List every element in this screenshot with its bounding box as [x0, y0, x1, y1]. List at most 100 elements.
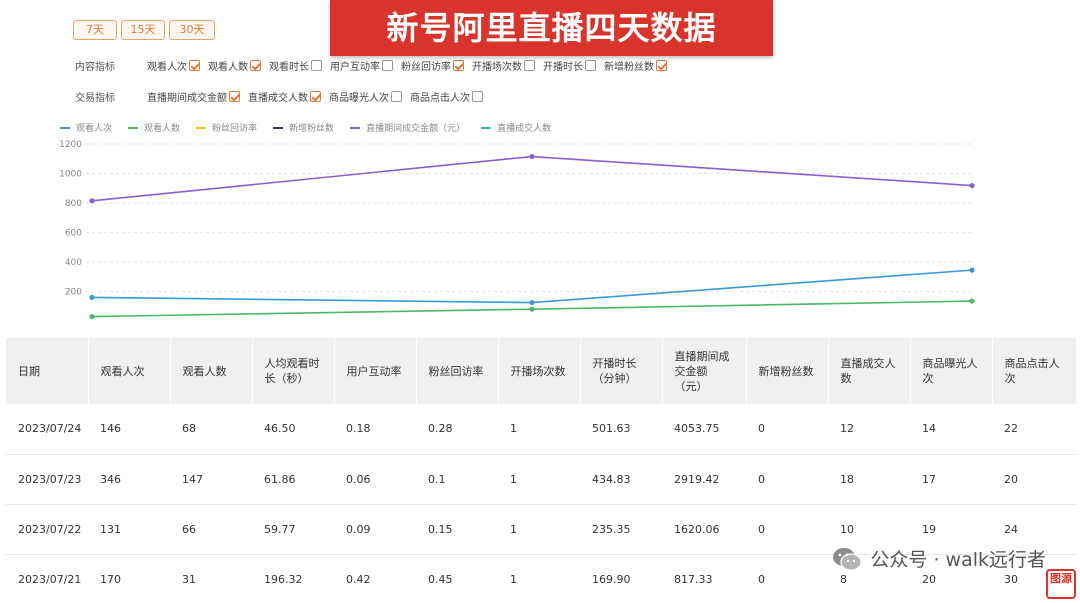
trade-metric-option[interactable]: 商品点击人次: [410, 89, 483, 104]
trade-metric-option[interactable]: 商品曝光人次: [329, 89, 402, 104]
metric-checkbox[interactable]: [585, 60, 596, 71]
column-header[interactable]: 开播时长（分钟）: [580, 338, 663, 404]
range-15-days-button[interactable]: 15天: [121, 20, 165, 40]
metric-checkbox[interactable]: [524, 60, 535, 71]
table-cell: 0.15: [416, 504, 498, 555]
trade-metric-option-label: 直播期间成交金额: [147, 93, 227, 104]
column-header[interactable]: 人均观看时长（秒）: [252, 338, 335, 404]
corner-seal-logo: 图源: [1046, 569, 1076, 599]
column-header[interactable]: 日期: [6, 338, 89, 404]
table-cell: 0: [746, 454, 828, 505]
metric-checkbox[interactable]: [310, 91, 321, 102]
trade-metric-option[interactable]: 直播期间成交金额: [147, 89, 240, 104]
column-header[interactable]: 用户互动率: [334, 338, 417, 404]
metric-checkbox[interactable]: [311, 60, 322, 71]
table-cell: 17: [910, 454, 992, 505]
date-cell: 2023/07/22: [6, 504, 88, 555]
legend-item[interactable]: 粉丝回访率: [196, 121, 257, 134]
legend-label: 观看人次: [76, 124, 113, 134]
table-cell: 0.42: [346, 572, 371, 586]
legend-label: 直播期间成交金额（元）: [366, 124, 466, 134]
column-header[interactable]: 直播成交人数: [828, 338, 911, 404]
gmv-series-point: [969, 182, 975, 189]
column-header[interactable]: 开播场次数: [498, 338, 581, 404]
line-chart: 200 400 600 800 1000 1200: [59, 140, 975, 320]
table-cell: 817.33: [674, 572, 713, 586]
views-series-point: [969, 267, 975, 273]
legend-item[interactable]: 直播期间成交金额（元）: [350, 121, 465, 134]
metric-checkbox[interactable]: [189, 60, 200, 71]
content-metric-option[interactable]: 观看时长: [269, 58, 322, 73]
watermark-text: 公众号 · walk远行者: [870, 549, 1046, 571]
content-metrics-row: 内容指标 观看人次 观看人数 观看时长 用户互动率 粉丝回访率 开播场次数 开播时长 新增粉丝…: [75, 58, 675, 73]
content-metric-option-label: 观看人次: [147, 62, 187, 73]
viewers-series-point: [969, 298, 975, 304]
table-cell: 1: [498, 504, 580, 555]
viewers-series-point: [89, 313, 95, 320]
content-metric-option[interactable]: 开播场次数: [472, 58, 535, 73]
table-cell: 0.45: [428, 572, 453, 586]
metric-checkbox[interactable]: [382, 60, 393, 71]
range-30-days-button[interactable]: 30天: [169, 20, 215, 40]
legend-swatch: [273, 126, 284, 129]
content-metric-option[interactable]: 观看人次: [147, 58, 200, 73]
legend-item[interactable]: 直播成交人数: [481, 121, 551, 134]
legend-swatch: [481, 126, 492, 129]
table-cell: 0: [758, 572, 765, 586]
content-metrics-options: 观看人次 观看人数 观看时长 用户互动率 粉丝回访率 开播场次数 开播时长 新增粉丝数: [147, 58, 675, 73]
table-cell: 22: [992, 404, 1076, 455]
trade-metric-option-label: 直播成交人数: [248, 93, 308, 104]
content-metric-option[interactable]: 观看人数: [208, 58, 261, 73]
legend-item[interactable]: 观看人次: [60, 121, 112, 134]
range-7-days-button[interactable]: 7天: [73, 20, 117, 40]
column-header[interactable]: 观看人次: [88, 338, 171, 404]
date-cell: 2023/07/23: [6, 454, 88, 505]
content-metric-option[interactable]: 用户互动率: [330, 58, 393, 73]
trade-metrics-label: 交易指标: [75, 93, 115, 104]
metric-checkbox[interactable]: [472, 91, 483, 102]
table-cell: 146: [88, 404, 170, 455]
table-cell: 131: [88, 504, 170, 555]
metric-checkbox[interactable]: [453, 60, 464, 71]
legend-label: 新增粉丝数: [289, 124, 335, 134]
table-cell: 346: [88, 454, 170, 505]
content-metric-option-label: 新增粉丝数: [604, 62, 654, 73]
gmv-series-point: [529, 153, 535, 160]
trade-metric-option-label: 商品点击人次: [410, 93, 470, 104]
wechat-icon: [833, 547, 863, 571]
column-header[interactable]: 商品点击人次: [992, 338, 1077, 404]
legend-label: 观看人数: [144, 124, 181, 134]
legend-swatch: [196, 126, 207, 129]
column-header[interactable]: 新增粉丝数: [746, 338, 829, 404]
legend-item[interactable]: 观看人数: [128, 121, 180, 134]
table-cell: 196.32: [264, 572, 303, 586]
y-tick-label: 200: [65, 288, 82, 298]
table-cell: 61.86: [252, 454, 334, 505]
metric-checkbox[interactable]: [391, 91, 402, 102]
content-metric-option[interactable]: 新增粉丝数: [604, 58, 667, 73]
table-cell: 0.06: [334, 454, 416, 505]
metric-checkbox[interactable]: [250, 60, 261, 71]
table-cell: 434.83: [580, 454, 662, 505]
y-tick-label: 1200: [59, 140, 82, 150]
table-cell: 501.63: [580, 404, 662, 455]
metric-checkbox[interactable]: [656, 60, 667, 71]
gmv-series-line: [91, 155, 973, 202]
table-cell: 0: [746, 404, 828, 455]
legend-item[interactable]: 新增粉丝数: [273, 121, 334, 134]
views-series-line: [91, 269, 973, 304]
column-header[interactable]: 观看人数: [170, 338, 253, 404]
y-tick-label: 800: [65, 199, 82, 209]
metric-checkbox[interactable]: [229, 91, 240, 102]
column-header[interactable]: 直播期间成交金额（元）: [662, 338, 747, 404]
content-metric-option[interactable]: 开播时长: [543, 58, 596, 73]
legend-label: 直播成交人数: [497, 124, 552, 134]
trade-metric-option[interactable]: 直播成交人数: [248, 89, 321, 104]
table-row: 2023/07/23 346 147 61.86 0.06 0.1 1 434.83 2919.…: [6, 454, 1076, 505]
table-cell: 1620.06: [662, 504, 746, 555]
column-header[interactable]: 粉丝回访率: [416, 338, 499, 404]
gmv-series-point: [89, 198, 95, 204]
table-cell: 0: [746, 504, 828, 555]
column-header[interactable]: 商品曝光人次: [910, 338, 993, 404]
content-metric-option[interactable]: 粉丝回访率: [401, 58, 464, 73]
